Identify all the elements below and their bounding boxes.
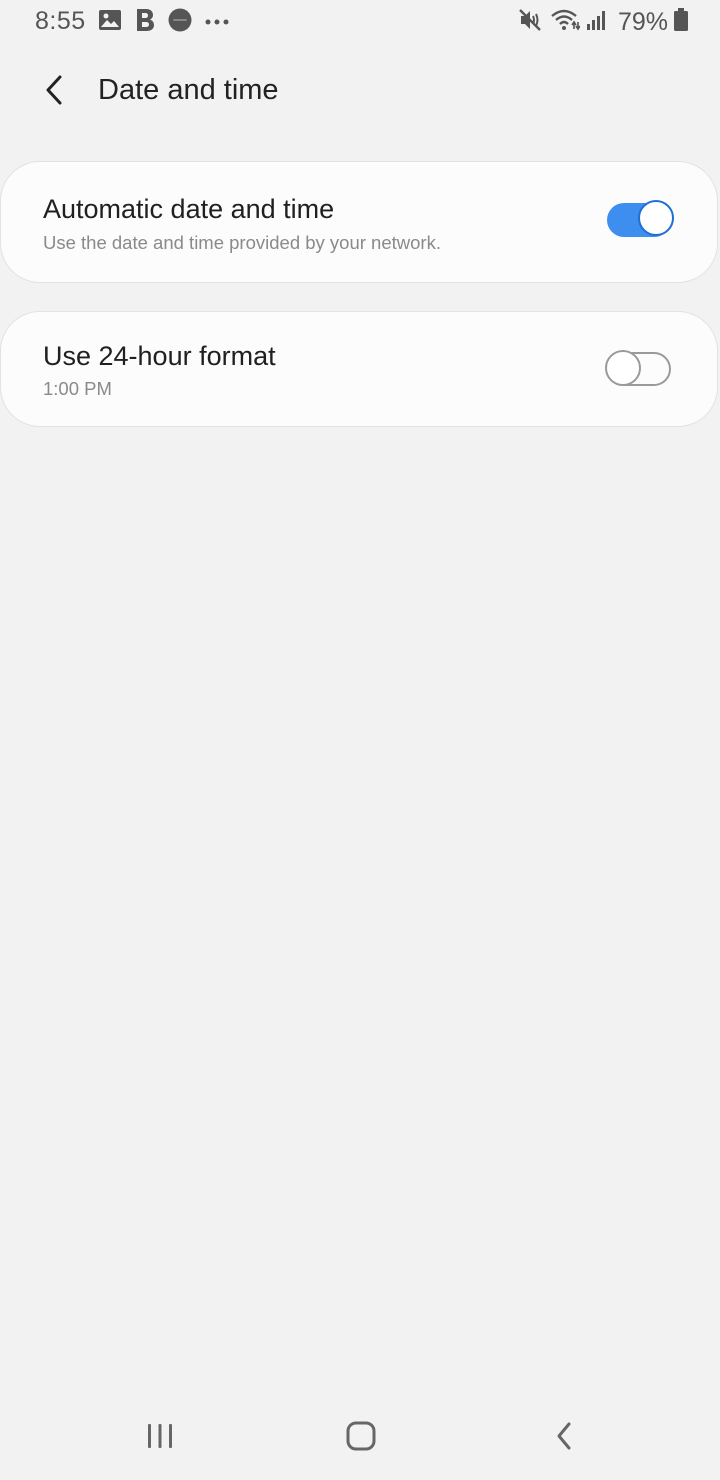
setting-title: Automatic date and time: [43, 194, 335, 224]
system-status-icons: 79%: [518, 7, 688, 37]
navigation-bar: [0, 1400, 720, 1480]
chevron-left-icon: [44, 74, 64, 111]
status-time: 8:55: [35, 7, 86, 35]
recents-icon: [145, 1423, 175, 1454]
app-badge-icon: [168, 8, 192, 37]
setting-title: Use 24-hour format: [43, 341, 276, 371]
b-app-icon: [134, 8, 156, 37]
automatic-date-time-toggle[interactable]: [607, 200, 674, 237]
settings-screen: 8:55 79% Date and time Automatic date an…: [0, 0, 720, 1480]
app-bar: Date and time: [0, 60, 720, 124]
page-title: Date and time: [98, 74, 279, 106]
use-24-hour-format-toggle[interactable]: [605, 350, 671, 386]
system-back-button[interactable]: [540, 1418, 588, 1458]
battery-percent: 79%: [617, 7, 668, 36]
signal-icon: [586, 9, 608, 36]
wifi-icon: [550, 8, 581, 37]
toggle-knob: [605, 350, 641, 386]
back-icon: [554, 1421, 574, 1456]
status-bar: 8:55 79%: [0, 0, 720, 44]
toggle-knob: [638, 200, 674, 236]
more-notifications-icon: [204, 13, 230, 31]
automatic-date-time-setting[interactable]: Automatic date and time Use the date and…: [0, 161, 718, 283]
back-button[interactable]: [30, 70, 78, 114]
recents-button[interactable]: [136, 1418, 184, 1458]
use-24-hour-format-setting[interactable]: Use 24-hour format 1:00 PM: [0, 311, 718, 427]
setting-subtitle: Use the date and time provided by your n…: [43, 232, 441, 253]
setting-subtitle: 1:00 PM: [43, 378, 112, 399]
home-button[interactable]: [337, 1418, 385, 1458]
notification-icons: [98, 8, 230, 37]
battery-icon: [674, 7, 688, 37]
gallery-icon: [98, 9, 122, 36]
home-icon: [346, 1421, 376, 1456]
mute-vibrate-icon: [518, 8, 544, 37]
